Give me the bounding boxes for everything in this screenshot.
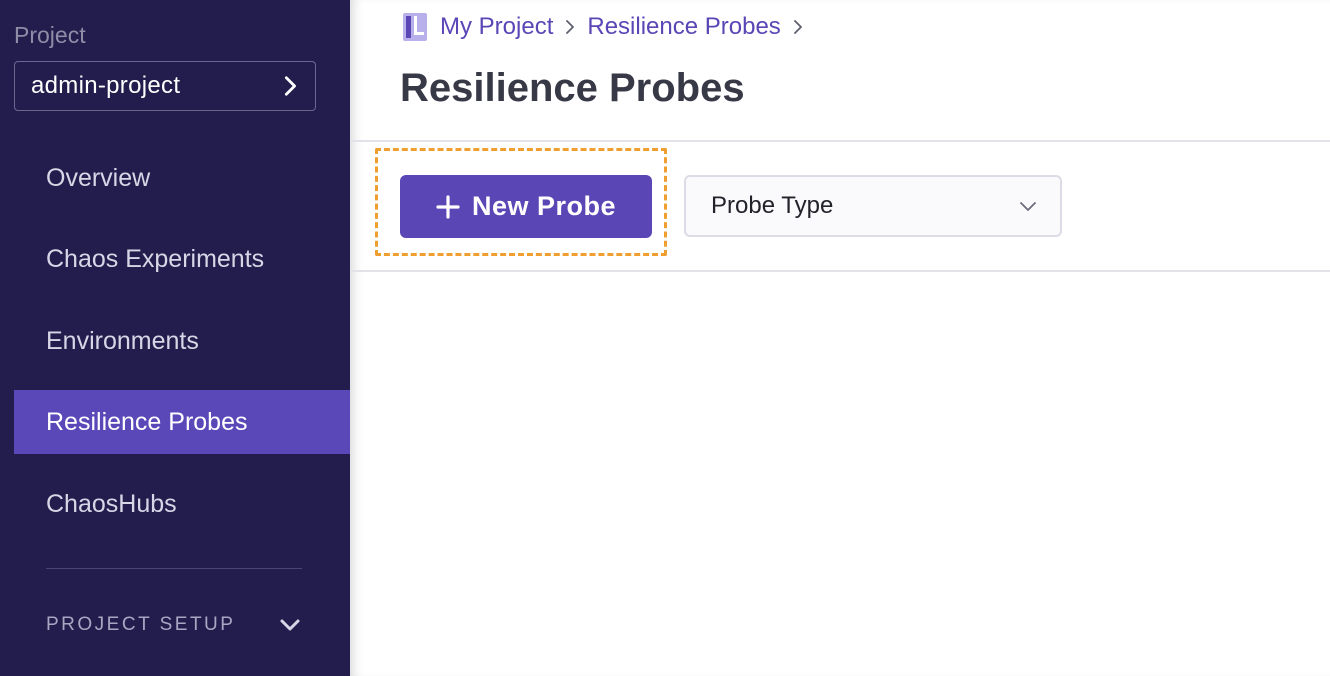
sidebar-item-label: ChaosHubs [46, 489, 177, 518]
page-title: Resilience Probes [400, 66, 745, 110]
project-selector-value: admin-project [31, 72, 181, 99]
sidebar-item-chaos-experiments[interactable]: Chaos Experiments [14, 227, 350, 291]
chevron-down-icon [1020, 202, 1036, 211]
sidebar-item-overview[interactable]: Overview [14, 146, 350, 210]
sidebar-section-label: Project [14, 22, 86, 48]
sidebar-item-environments[interactable]: Environments [14, 309, 350, 373]
sidebar-item-label: Overview [46, 163, 151, 192]
breadcrumb-resilience-probes[interactable]: Resilience Probes [587, 13, 780, 41]
sidebar: Project admin-project Overview Chaos Exp… [0, 0, 350, 676]
plus-icon [436, 194, 460, 219]
probe-type-dropdown[interactable]: Probe Type [684, 175, 1062, 237]
sidebar-item-chaoshubs[interactable]: ChaosHubs [14, 472, 350, 536]
probe-type-label: Probe Type [711, 192, 834, 219]
chevron-down-icon [280, 619, 300, 631]
breadcrumb-separator-icon [793, 20, 802, 34]
toolbar-divider [350, 270, 1330, 272]
sidebar-divider [46, 568, 302, 569]
project-setup-toggle[interactable]: PROJECT SETUP [46, 606, 302, 644]
main-content: My Project Resilience Probes Resilience … [350, 0, 1330, 676]
sidebar-item-resilience-probes[interactable]: Resilience Probes [14, 390, 350, 454]
sidebar-item-label: Environments [46, 326, 199, 355]
chevron-right-icon [284, 76, 296, 96]
project-setup-label: PROJECT SETUP [46, 614, 236, 635]
sidebar-item-label: Resilience Probes [46, 407, 248, 436]
new-probe-button[interactable]: New Probe [400, 175, 652, 238]
breadcrumb-my-project[interactable]: My Project [440, 13, 553, 41]
breadcrumb-separator-icon [566, 20, 575, 34]
project-icon [403, 13, 427, 41]
sidebar-item-label: Chaos Experiments [46, 244, 265, 273]
app-window: Project admin-project Overview Chaos Exp… [0, 0, 1330, 676]
project-selector[interactable]: admin-project [14, 61, 316, 111]
header-divider [350, 140, 1330, 142]
new-probe-label: New Probe [471, 191, 617, 221]
breadcrumb: My Project Resilience Probes [402, 10, 815, 44]
